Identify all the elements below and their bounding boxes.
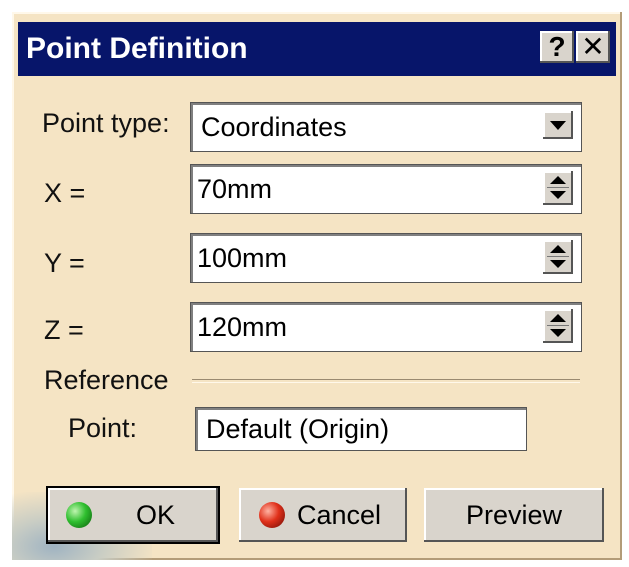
z-label: Z = bbox=[44, 315, 84, 345]
point-type-dropdown[interactable]: Coordinates bbox=[190, 102, 582, 152]
reference-divider bbox=[192, 379, 580, 383]
close-button[interactable]: ✕ bbox=[576, 31, 610, 63]
ok-button-label: OK bbox=[136, 500, 176, 530]
preview-button[interactable]: Preview bbox=[424, 488, 604, 542]
y-coordinate-field[interactable]: 100mm bbox=[190, 233, 582, 283]
point-type-label: Point type: bbox=[42, 108, 170, 138]
ok-button[interactable]: OK bbox=[46, 486, 220, 544]
point-definition-dialog: Point Definition ? ✕ Point type: Coordin… bbox=[12, 12, 622, 560]
reference-point-field[interactable]: Default (Origin) bbox=[195, 407, 527, 451]
reference-point-value: Default (Origin) bbox=[206, 414, 390, 444]
cancel-button[interactable]: Cancel bbox=[239, 488, 407, 542]
y-value: 100mm bbox=[197, 243, 288, 273]
window-title: Point Definition bbox=[26, 32, 248, 65]
help-button[interactable]: ? bbox=[540, 31, 574, 63]
y-label: Y = bbox=[44, 248, 85, 278]
x-value: 70mm bbox=[197, 174, 273, 204]
red-indicator-icon bbox=[259, 502, 285, 528]
reference-group-label: Reference bbox=[44, 365, 169, 395]
y-spinner-icon[interactable] bbox=[543, 240, 573, 274]
point-type-value: Coordinates bbox=[201, 112, 347, 142]
title-bar[interactable]: Point Definition ? ✕ bbox=[18, 22, 616, 76]
z-value: 120mm bbox=[197, 312, 288, 342]
reference-point-label: Point: bbox=[68, 413, 138, 443]
x-label: X = bbox=[44, 178, 86, 208]
cancel-button-label: Cancel bbox=[297, 500, 382, 530]
dropdown-arrow-icon[interactable] bbox=[543, 111, 573, 139]
z-coordinate-field[interactable]: 120mm bbox=[190, 302, 582, 352]
green-indicator-icon bbox=[66, 502, 92, 528]
z-spinner-icon[interactable] bbox=[543, 309, 573, 343]
x-spinner-icon[interactable] bbox=[543, 171, 573, 205]
x-coordinate-field[interactable]: 70mm bbox=[190, 164, 582, 214]
